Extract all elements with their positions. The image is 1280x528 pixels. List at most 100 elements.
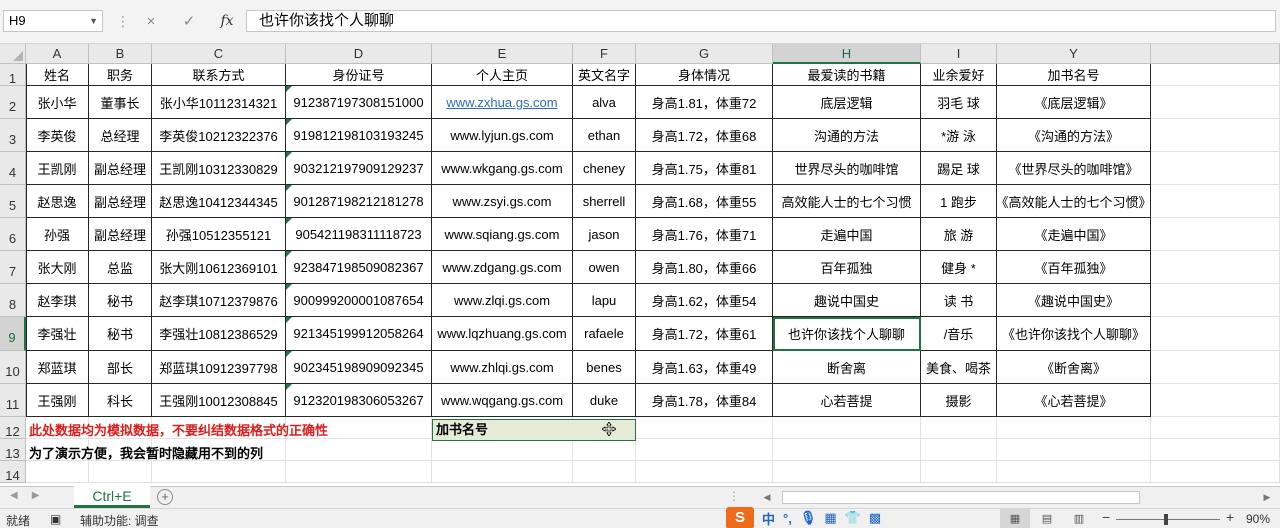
- empty-cell[interactable]: [1151, 185, 1280, 218]
- empty-cell[interactable]: [1151, 119, 1280, 152]
- enter-icon[interactable]: ✓: [170, 12, 208, 30]
- number-as-text-indicator-icon[interactable]: [286, 284, 292, 290]
- table-cell[interactable]: 身高1.78，体重84: [636, 384, 773, 417]
- table-cell[interactable]: 心若菩提: [773, 384, 921, 417]
- table-cell[interactable]: www.lqzhuang.gs.com: [432, 317, 573, 351]
- table-cell[interactable]: 羽毛 球: [921, 86, 997, 119]
- page-layout-view-icon[interactable]: ▤: [1032, 509, 1062, 528]
- table-cell[interactable]: 《趣说中国史》: [997, 284, 1151, 317]
- table-header-cell[interactable]: 职务: [89, 64, 152, 86]
- empty-cell[interactable]: [921, 417, 997, 439]
- empty-cell[interactable]: [773, 439, 921, 461]
- empty-cell[interactable]: [1151, 351, 1280, 384]
- table-cell[interactable]: 912320198306053267: [286, 384, 432, 417]
- table-header-cell[interactable]: 最爱读的书籍: [773, 64, 921, 86]
- table-cell[interactable]: 郑蓝琪10912397798: [152, 351, 286, 384]
- macro-record-icon[interactable]: ▣: [50, 512, 61, 526]
- table-header-cell[interactable]: 业余爱好: [921, 64, 997, 86]
- table-cell[interactable]: 李英俊: [26, 119, 89, 152]
- table-cell[interactable]: 孙强: [26, 218, 89, 251]
- row-header-11[interactable]: 11: [0, 384, 26, 417]
- table-cell[interactable]: 身高1.62，体重54: [636, 284, 773, 317]
- column-header-i[interactable]: I: [921, 44, 997, 64]
- table-cell[interactable]: benes: [573, 351, 636, 384]
- table-cell[interactable]: *游 泳: [921, 119, 997, 152]
- zoom-level[interactable]: 90%: [1246, 512, 1270, 526]
- table-cell[interactable]: 张大刚10612369101: [152, 251, 286, 284]
- table-cell[interactable]: 赵思逸: [26, 185, 89, 218]
- table-cell[interactable]: 底层逻辑: [773, 86, 921, 119]
- empty-cell[interactable]: [773, 461, 921, 483]
- table-cell[interactable]: 董事长: [89, 86, 152, 119]
- empty-cell[interactable]: [1151, 284, 1280, 317]
- table-cell[interactable]: 身高1.72，体重68: [636, 119, 773, 152]
- table-cell[interactable]: 摄影: [921, 384, 997, 417]
- table-cell[interactable]: 副总经理: [89, 185, 152, 218]
- scroll-right-icon[interactable]: ▶: [1260, 490, 1274, 505]
- empty-cell[interactable]: [573, 439, 636, 461]
- table-cell[interactable]: 李英俊10212322376: [152, 119, 286, 152]
- table-cell[interactable]: 923847198509082367: [286, 251, 432, 284]
- table-cell[interactable]: www.zsyi.gs.com: [432, 185, 573, 218]
- insert-function-icon[interactable]: fx: [208, 13, 246, 29]
- empty-cell[interactable]: [773, 417, 921, 439]
- empty-cell[interactable]: [286, 439, 432, 461]
- row-header-14[interactable]: 14: [0, 461, 26, 483]
- table-cell[interactable]: 赵李琪: [26, 284, 89, 317]
- table-cell[interactable]: 张小华10112314321: [152, 86, 286, 119]
- table-cell[interactable]: alva: [573, 86, 636, 119]
- table-cell[interactable]: 踢足 球: [921, 152, 997, 185]
- zoom-in-icon[interactable]: +: [1226, 509, 1234, 525]
- table-cell[interactable]: 秘书: [89, 284, 152, 317]
- row-header-10[interactable]: 10: [0, 351, 26, 384]
- table-cell[interactable]: 断舍离: [773, 351, 921, 384]
- table-cell[interactable]: 身高1.76，体重71: [636, 218, 773, 251]
- table-cell[interactable]: www.sqiang.gs.com: [432, 218, 573, 251]
- table-cell[interactable]: 旅 游: [921, 218, 997, 251]
- add-sheet-button[interactable]: +: [157, 489, 173, 505]
- skin-icon[interactable]: 👕: [845, 510, 861, 526]
- table-cell[interactable]: 《百年孤独》: [997, 251, 1151, 284]
- empty-cell[interactable]: [432, 439, 573, 461]
- number-as-text-indicator-icon[interactable]: [286, 86, 292, 92]
- page-break-view-icon[interactable]: ▥: [1064, 509, 1094, 528]
- column-header-e[interactable]: E: [432, 44, 573, 64]
- formula-input[interactable]: 也许你该找个人聊聊: [246, 10, 1276, 32]
- table-cell[interactable]: 912387197308151000: [286, 86, 432, 119]
- cancel-icon[interactable]: ×: [132, 13, 170, 30]
- table-cell[interactable]: 《断舍离》: [997, 351, 1151, 384]
- table-cell[interactable]: 也许你该找个人聊聊: [773, 317, 921, 351]
- ime-mode[interactable]: 中: [762, 509, 775, 528]
- sheet-nav-arrows[interactable]: ◀▶: [10, 490, 53, 501]
- table-header-cell[interactable]: 姓名: [26, 64, 89, 86]
- table-cell[interactable]: cheney: [573, 152, 636, 185]
- row-header-4[interactable]: 4: [0, 152, 26, 185]
- table-cell[interactable]: 《高效能人士的七个习惯》: [996, 185, 1152, 218]
- table-cell[interactable]: 总经理: [89, 119, 152, 152]
- table-cell[interactable]: www.wqgang.gs.com: [432, 384, 573, 417]
- microphone-icon[interactable]: 🎙: [800, 510, 817, 526]
- zoom-track[interactable]: [1116, 519, 1220, 520]
- empty-cell[interactable]: [636, 461, 773, 483]
- column-header-d[interactable]: D: [286, 44, 432, 64]
- table-cell[interactable]: owen: [573, 251, 636, 284]
- table-cell[interactable]: 《心若菩提》: [997, 384, 1151, 417]
- table-cell[interactable]: 王凯刚: [26, 152, 89, 185]
- chevron-down-icon[interactable]: ▼: [89, 11, 98, 31]
- table-cell[interactable]: 孙强10512355121: [152, 218, 286, 251]
- empty-cell[interactable]: [1151, 384, 1280, 417]
- table-cell[interactable]: www.lyjun.gs.com: [432, 119, 573, 152]
- empty-cell[interactable]: [636, 417, 773, 439]
- table-cell[interactable]: 身高1.81，体重72: [636, 86, 773, 119]
- number-as-text-indicator-icon[interactable]: [286, 384, 292, 390]
- apps-icon[interactable]: ▩: [869, 510, 881, 526]
- empty-cell[interactable]: [997, 439, 1151, 461]
- empty-cell[interactable]: [1151, 417, 1280, 439]
- table-cell[interactable]: 900999200001087654: [286, 284, 432, 317]
- table-cell[interactable]: /音乐: [921, 317, 997, 351]
- number-as-text-indicator-icon[interactable]: [286, 251, 292, 257]
- table-cell[interactable]: 秘书: [89, 317, 152, 351]
- table-cell[interactable]: ethan: [573, 119, 636, 152]
- table-cell[interactable]: 王强刚: [26, 384, 89, 417]
- empty-cell[interactable]: [1151, 64, 1280, 86]
